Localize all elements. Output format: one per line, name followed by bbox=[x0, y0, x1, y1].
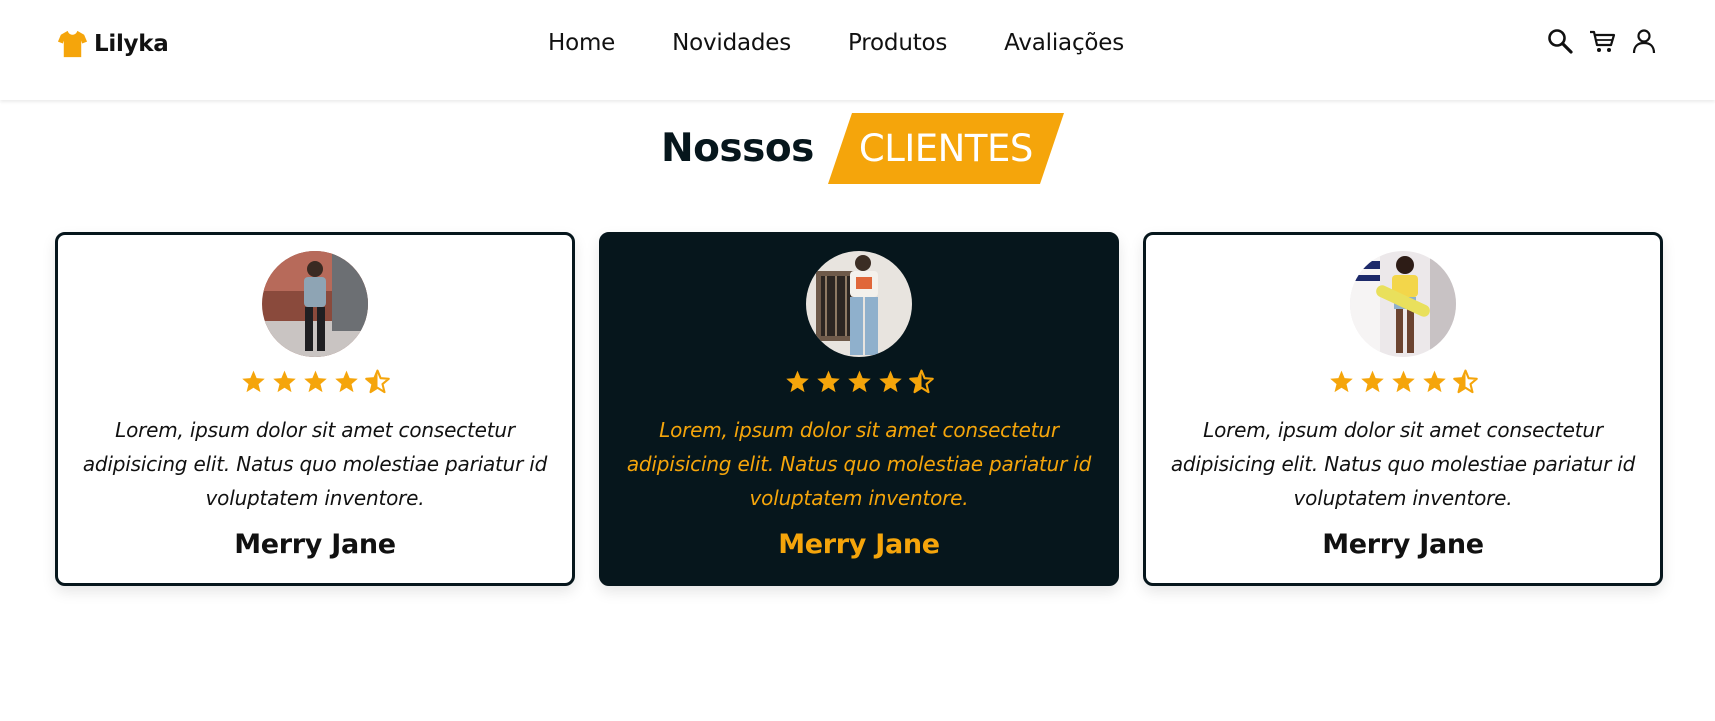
testimonial-quote: Lorem, ipsum dolor sit amet consectetur … bbox=[1170, 418, 1636, 510]
star-icon bbox=[878, 370, 902, 393]
star-icon bbox=[785, 370, 809, 393]
testimonial-author: Merry Jane bbox=[1322, 529, 1484, 560]
nav-link-avaliacoes[interactable]: Avaliações bbox=[1004, 30, 1124, 56]
nav-link-produtos[interactable]: Produtos bbox=[848, 30, 947, 56]
star-icon bbox=[1422, 370, 1446, 393]
brand-logo[interactable]: Lilyka bbox=[57, 28, 169, 59]
testimonial-author: Merry Jane bbox=[778, 529, 940, 560]
nav-link-home[interactable]: Home bbox=[548, 30, 615, 56]
testimonial-quote: Lorem, ipsum dolor sit amet consectetur … bbox=[626, 418, 1092, 510]
testimonial-author: Merry Jane bbox=[234, 529, 396, 560]
star-icon bbox=[1391, 370, 1415, 393]
star-rating bbox=[1146, 369, 1660, 394]
testimonial-quote: Lorem, ipsum dolor sit amet consectetur … bbox=[82, 418, 548, 510]
star-icon bbox=[1329, 370, 1353, 393]
section-title-highlight-text: CLIENTES bbox=[858, 127, 1033, 170]
main-nav: Home Novidades Produtos Avaliações bbox=[548, 30, 1124, 56]
star-icon bbox=[816, 370, 840, 393]
avatar bbox=[806, 251, 912, 357]
search-icon[interactable] bbox=[1546, 27, 1574, 55]
star-rating bbox=[602, 369, 1116, 394]
star-icon bbox=[847, 370, 871, 393]
section-title: Nossos CLIENTES bbox=[661, 113, 1064, 184]
star-icon bbox=[272, 370, 296, 393]
testimonial-card: Lorem, ipsum dolor sit amet consectetur … bbox=[1143, 232, 1663, 586]
star-icon bbox=[241, 370, 265, 393]
star-icon bbox=[303, 370, 327, 393]
half-star-icon bbox=[908, 369, 934, 394]
tshirt-icon bbox=[57, 30, 88, 58]
user-icon[interactable] bbox=[1630, 27, 1658, 55]
avatar bbox=[1350, 251, 1456, 357]
half-star-icon bbox=[1452, 369, 1478, 394]
testimonials: Lorem, ipsum dolor sit amet consectetur … bbox=[55, 232, 1663, 586]
star-rating bbox=[58, 369, 572, 394]
testimonial-card-featured: Lorem, ipsum dolor sit amet consectetur … bbox=[599, 232, 1119, 586]
header-actions bbox=[1546, 27, 1658, 55]
star-icon bbox=[334, 370, 358, 393]
half-star-icon bbox=[364, 369, 390, 394]
cart-icon[interactable] bbox=[1588, 27, 1616, 55]
site-header: Lilyka Home Novidades Produtos Avaliaçõe… bbox=[0, 0, 1715, 100]
testimonial-card: Lorem, ipsum dolor sit amet consectetur … bbox=[55, 232, 575, 586]
brand-name: Lilyka bbox=[94, 30, 169, 57]
nav-link-novidades[interactable]: Novidades bbox=[672, 30, 791, 56]
section-title-plain: Nossos bbox=[661, 126, 814, 171]
star-icon bbox=[1360, 370, 1384, 393]
section-title-highlight: CLIENTES bbox=[827, 113, 1064, 184]
avatar bbox=[262, 251, 368, 357]
